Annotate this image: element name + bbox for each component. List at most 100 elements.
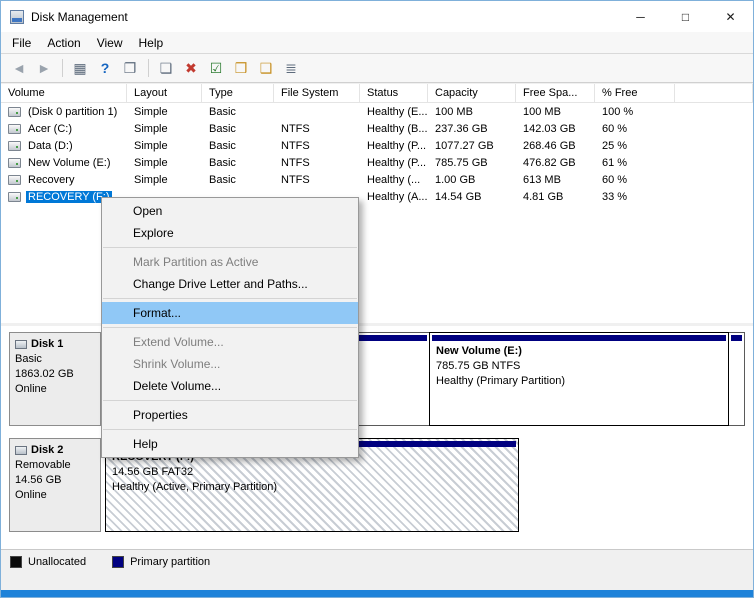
filesystem-cell: NTFS	[274, 174, 360, 186]
menu-help[interactable]: Help	[131, 32, 172, 53]
column-header-free-space[interactable]: Free Spa...	[516, 84, 595, 103]
disk-icon	[15, 446, 27, 455]
drive-icon	[8, 107, 21, 117]
percent-free-cell: 60 %	[595, 174, 675, 186]
partition-name: New Volume (E:)	[436, 344, 722, 359]
column-header-percent-free[interactable]: % Free	[595, 84, 675, 103]
status-cell: Healthy (...	[360, 174, 428, 186]
partition-status: Healthy (Primary Partition)	[436, 374, 722, 389]
drive-icon	[8, 141, 21, 151]
disk-name: Disk 1	[31, 337, 63, 352]
menu-bar: File Action View Help	[1, 32, 753, 54]
window-controls: ─ □ ✕	[618, 1, 753, 32]
free-space-cell: 142.03 GB	[516, 123, 595, 135]
column-header-status[interactable]: Status	[360, 84, 428, 103]
help-icon[interactable]: ?	[93, 57, 117, 79]
disk-size: 1863.02 GB	[15, 367, 95, 382]
partition-box[interactable]	[729, 332, 745, 426]
menu-action[interactable]: Action	[39, 32, 88, 53]
percent-free-cell: 33 %	[595, 191, 675, 203]
primary-partition-swatch	[112, 556, 124, 568]
status-cell: Healthy (A...	[360, 191, 428, 203]
table-row[interactable]: Recovery Simple Basic NTFS Healthy (... …	[1, 171, 753, 188]
action-pane-icon[interactable]: ❏	[154, 57, 178, 79]
list-icon[interactable]: ≣	[279, 57, 303, 79]
menu-separator	[103, 400, 357, 401]
percent-free-cell: 25 %	[595, 140, 675, 152]
partition-status: Healthy (Active, Primary Partition)	[112, 480, 512, 495]
free-space-cell: 268.46 GB	[516, 140, 595, 152]
empty-disk-area	[519, 438, 745, 532]
disk-status: Online	[15, 488, 95, 503]
type-cell: Basic	[202, 106, 274, 118]
layout-cell: Simple	[127, 140, 202, 152]
free-space-cell: 476.82 GB	[516, 157, 595, 169]
volume-cell: (Disk 0 partition 1)	[1, 106, 127, 118]
capacity-cell: 100 MB	[428, 106, 516, 118]
layout-cell: Simple	[127, 174, 202, 186]
capacity-cell: 14.54 GB	[428, 191, 516, 203]
table-row[interactable]: New Volume (E:) Simple Basic NTFS Health…	[1, 154, 753, 171]
menu-item-mark-partition-as-active: Mark Partition as Active	[102, 251, 358, 273]
column-header-layout[interactable]: Layout	[127, 84, 202, 103]
document-icon[interactable]: ❑	[254, 57, 278, 79]
context-menu: Open Explore Mark Partition as Active Ch…	[101, 197, 359, 458]
console-window-icon[interactable]: ❐	[118, 57, 142, 79]
column-header-volume[interactable]: Volume	[1, 84, 127, 103]
volume-cell: Data (D:)	[1, 140, 127, 152]
table-row[interactable]: Acer (C:) Simple Basic NTFS Healthy (B..…	[1, 120, 753, 137]
status-cell: Healthy (E...	[360, 106, 428, 118]
type-cell: Basic	[202, 157, 274, 169]
drive-icon	[8, 192, 21, 202]
disk-kind: Basic	[15, 352, 95, 367]
type-cell: Basic	[202, 123, 274, 135]
drive-icon	[8, 158, 21, 168]
volume-label: Acer (C:)	[26, 123, 74, 135]
table-row[interactable]: Data (D:) Simple Basic NTFS Healthy (P..…	[1, 137, 753, 154]
partition-detail: 14.56 GB FAT32	[112, 465, 512, 480]
task-check-icon[interactable]: ☑	[204, 57, 228, 79]
menu-file[interactable]: File	[4, 32, 39, 53]
legend-label: Unallocated	[28, 556, 86, 568]
folder-icon[interactable]: ❒	[229, 57, 253, 79]
disk-status: Online	[15, 382, 95, 397]
menu-item-delete-volume[interactable]: Delete Volume...	[102, 375, 358, 397]
disk-icon	[15, 340, 27, 349]
maximize-button[interactable]: □	[663, 1, 708, 32]
type-cell: Basic	[202, 140, 274, 152]
column-header-type[interactable]: Type	[202, 84, 274, 103]
layout-cell: Simple	[127, 157, 202, 169]
volume-label: RECOVERY (F:)	[26, 191, 112, 203]
column-header-file-system[interactable]: File System	[274, 84, 360, 103]
forward-icon[interactable]: ►	[32, 57, 56, 79]
status-bar	[1, 573, 753, 590]
menu-item-help[interactable]: Help	[102, 433, 358, 455]
close-button[interactable]: ✕	[708, 1, 753, 32]
minimize-button[interactable]: ─	[618, 1, 663, 32]
console-tree-icon[interactable]: ▦	[68, 57, 92, 79]
disk1-header[interactable]: Disk 1 Basic 1863.02 GB Online	[9, 332, 101, 426]
volume-label: Data (D:)	[26, 140, 75, 152]
percent-free-cell: 60 %	[595, 123, 675, 135]
menu-item-open[interactable]: Open	[102, 200, 358, 222]
back-icon[interactable]: ◄	[7, 57, 31, 79]
toolbar-separator	[62, 59, 63, 77]
volume-label: Recovery	[26, 174, 76, 186]
disk-management-window: Disk Management ─ □ ✕ File Action View H…	[0, 0, 754, 598]
disk-name: Disk 2	[31, 443, 63, 458]
column-header-capacity[interactable]: Capacity	[428, 84, 516, 103]
percent-free-cell: 61 %	[595, 157, 675, 169]
table-row[interactable]: (Disk 0 partition 1) Simple Basic Health…	[1, 103, 753, 120]
column-header-filler	[675, 84, 753, 103]
menu-view[interactable]: View	[89, 32, 131, 53]
delete-icon[interactable]: ✖	[179, 57, 203, 79]
menu-item-explore[interactable]: Explore	[102, 222, 358, 244]
partition-box-new-volume[interactable]: New Volume (E:) 785.75 GB NTFS Healthy (…	[429, 332, 729, 426]
volume-cell: New Volume (E:)	[1, 157, 127, 169]
disk2-header[interactable]: Disk 2 Removable 14.56 GB Online	[9, 438, 101, 532]
legend-unallocated: Unallocated	[10, 556, 86, 568]
menu-item-format[interactable]: Format...	[102, 302, 358, 324]
menu-item-change-drive-letter-and-paths[interactable]: Change Drive Letter and Paths...	[102, 273, 358, 295]
free-space-cell: 613 MB	[516, 174, 595, 186]
menu-item-properties[interactable]: Properties	[102, 404, 358, 426]
